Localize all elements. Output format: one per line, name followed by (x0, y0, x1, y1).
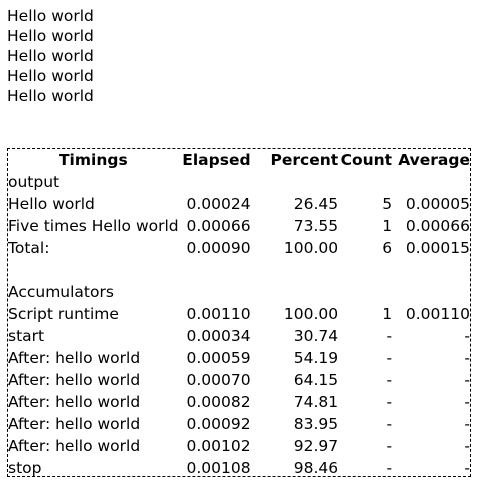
table-row: Hello world 0.00024 26.45 5 0.00005 (8, 193, 470, 215)
header-percent: Percent (270, 151, 339, 169)
row-percent: 73.55 (293, 217, 339, 235)
timings-panel: Timings Elapsed Percent Count Average ou… (7, 148, 471, 477)
row-name: After: hello world (8, 349, 141, 367)
output-line: Hello world (7, 67, 94, 85)
row-name: Script runtime (8, 305, 119, 323)
row-elapsed: 0.00059 (186, 349, 251, 367)
section-header-row: output (8, 171, 470, 193)
output-line: Hello world (7, 7, 94, 25)
header-elapsed: Elapsed (182, 151, 251, 169)
row-name: After: hello world (8, 415, 141, 433)
spacer-cell (8, 259, 470, 281)
row-count: 5 (382, 195, 393, 213)
row-name: start (8, 327, 45, 345)
section-title-accumulators: Accumulators (8, 283, 114, 301)
table-row: start 0.00034 30.74 - - (8, 325, 470, 347)
row-average: - (464, 393, 470, 411)
row-percent: 30.74 (293, 327, 339, 345)
row-elapsed: 0.00070 (186, 371, 251, 389)
row-count: - (386, 393, 393, 411)
output-line: Hello world (7, 47, 94, 65)
row-percent: 83.95 (293, 415, 339, 433)
row-name: After: hello world (8, 437, 141, 455)
table-row: After: hello world 0.00102 92.97 - - (8, 435, 470, 457)
output-line: Hello world (7, 87, 94, 105)
header-count: Count (340, 151, 393, 169)
row-count: - (386, 459, 393, 477)
timings-table: Timings Elapsed Percent Count Average ou… (8, 149, 470, 479)
row-average: 0.00110 (405, 305, 470, 323)
row-elapsed: 0.00034 (186, 327, 251, 345)
script-output: Hello world Hello world Hello world Hell… (7, 6, 94, 106)
row-percent: 92.97 (293, 437, 339, 455)
row-elapsed: 0.00110 (186, 305, 251, 323)
row-average: - (464, 415, 470, 433)
total-elapsed: 0.00090 (186, 239, 251, 257)
row-percent: 54.19 (293, 349, 339, 367)
table-row: After: hello world 0.00059 54.19 - - (8, 347, 470, 369)
output-line: Hello world (7, 27, 94, 45)
row-name: After: hello world (8, 393, 141, 411)
row-percent: 100.00 (283, 305, 339, 323)
row-percent: 74.81 (293, 393, 339, 411)
total-count: 6 (382, 239, 393, 257)
table-row: After: hello world 0.00070 64.15 - - (8, 369, 470, 391)
table-row: After: hello world 0.00092 83.95 - - (8, 413, 470, 435)
total-row: Total: 0.00090 100.00 6 0.00015 (8, 237, 470, 259)
table-row: stop 0.00108 98.46 - - (8, 457, 470, 479)
row-average: - (464, 437, 470, 455)
header-average: Average (398, 151, 470, 169)
row-name: After: hello world (8, 371, 141, 389)
row-count: - (386, 327, 393, 345)
table-row: Five times Hello world 0.00066 73.55 1 0… (8, 215, 470, 237)
row-count: - (386, 437, 393, 455)
row-count: - (386, 371, 393, 389)
row-count: 1 (382, 217, 393, 235)
row-elapsed: 0.00108 (186, 459, 251, 477)
row-elapsed: 0.00082 (186, 393, 251, 411)
header-timings: Timings (58, 151, 128, 169)
row-elapsed: 0.00092 (186, 415, 251, 433)
table-row: Script runtime 0.00110 100.00 1 0.00110 (8, 303, 470, 325)
row-average: 0.00066 (405, 217, 470, 235)
row-percent: 26.45 (293, 195, 339, 213)
row-count: - (386, 349, 393, 367)
total-average: 0.00015 (405, 239, 470, 257)
row-elapsed: 0.00024 (186, 195, 251, 213)
row-average: - (464, 327, 470, 345)
section-header-row: Accumulators (8, 281, 470, 303)
section-title-output: output (8, 173, 60, 191)
row-percent: 64.15 (293, 371, 339, 389)
total-percent: 100.00 (283, 239, 339, 257)
row-count: 1 (382, 305, 393, 323)
row-average: - (464, 459, 470, 477)
row-name: Five times Hello world (8, 217, 179, 235)
table-header-row: Timings Elapsed Percent Count Average (8, 149, 470, 171)
row-elapsed: 0.00102 (186, 437, 251, 455)
row-average: - (464, 349, 470, 367)
row-elapsed: 0.00066 (186, 217, 251, 235)
row-count: - (386, 415, 393, 433)
total-label: Total: (8, 239, 50, 257)
row-average: 0.00005 (405, 195, 470, 213)
table-row: After: hello world 0.00082 74.81 - - (8, 391, 470, 413)
row-name: stop (8, 459, 42, 477)
row-average: - (464, 371, 470, 389)
spacer-row (8, 259, 470, 281)
row-name: Hello world (8, 195, 95, 213)
row-percent: 98.46 (293, 459, 339, 477)
